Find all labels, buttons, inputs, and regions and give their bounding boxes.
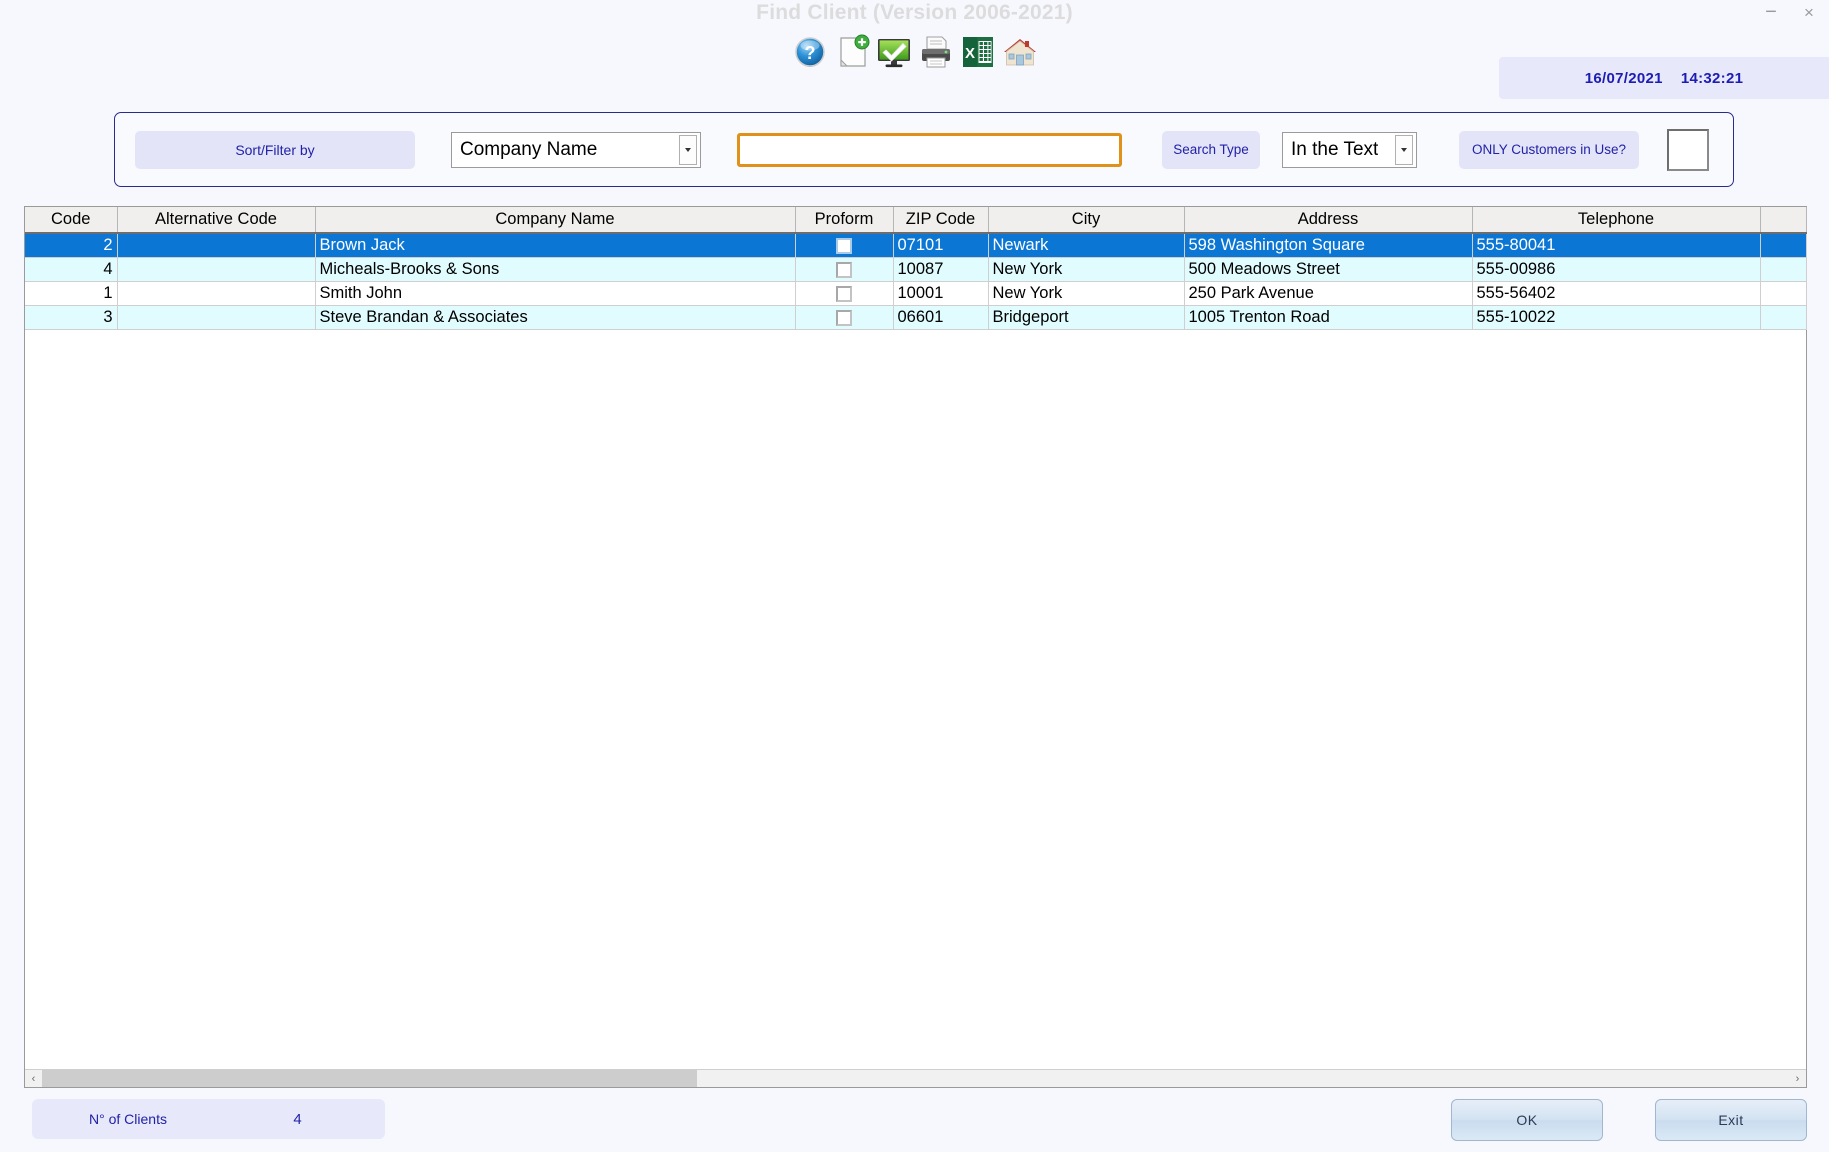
filter-bar-wrapper: Sort/Filter by Company Name Search Type …	[114, 112, 1734, 187]
proform-checkbox[interactable]	[836, 310, 852, 327]
page-title: Find Client (Version 2006-2021)	[756, 1, 1073, 24]
clients-count-value: 4	[210, 1099, 385, 1139]
column-header-alt-code[interactable]: Alternative Code	[117, 207, 316, 234]
cell-code: 2	[25, 233, 118, 258]
cell-city: Bridgeport	[988, 305, 1185, 330]
cell-alt-code	[117, 305, 316, 330]
sort-field-value: Company Name	[460, 138, 598, 160]
cell-company: Micheals-Brooks & Sons	[315, 257, 796, 282]
cell-alt-code	[117, 281, 316, 306]
help-icon[interactable]: ?	[791, 33, 829, 71]
cell-zip: 06601	[893, 305, 989, 330]
cell-company: Steve Brandan & Associates	[315, 305, 796, 330]
only-customers-in-use-label: ONLY Customers in Use?	[1459, 130, 1639, 169]
toolbar: ? X 16/07/2021 14:32:21	[0, 27, 1829, 99]
search-type-label: Search Type	[1162, 130, 1260, 169]
column-header-code[interactable]: Code	[25, 207, 118, 234]
cell-company: Brown Jack	[315, 233, 796, 258]
cell-code: 1	[25, 281, 118, 306]
cell-address: 500 Meadows Street	[1184, 257, 1473, 282]
column-header-company[interactable]: Company Name	[315, 207, 796, 234]
scroll-right-arrow-icon[interactable]: ›	[1789, 1070, 1806, 1087]
cell-alt-code	[117, 257, 316, 282]
scrollbar-thumb[interactable]	[42, 1070, 698, 1087]
cell-proform[interactable]	[795, 233, 894, 258]
minimize-icon[interactable]: −	[1761, 2, 1781, 22]
proform-checkbox[interactable]	[836, 286, 852, 303]
cell-code: 4	[25, 257, 118, 282]
title-bar: Find Client (Version 2006-2021) − ×	[0, 0, 1829, 27]
scrollbar-track[interactable]	[42, 1070, 1789, 1087]
column-header-zip[interactable]: ZIP Code	[893, 207, 989, 234]
cell-telephone: 555-00986	[1472, 257, 1761, 282]
table-row[interactable]: 4 Micheals-Brooks & Sons 10087 New York …	[25, 257, 1807, 282]
column-header-telephone[interactable]: Telephone	[1472, 207, 1761, 234]
column-header-city[interactable]: City	[988, 207, 1185, 234]
filter-bar: Sort/Filter by Company Name Search Type …	[114, 112, 1734, 187]
scroll-left-arrow-icon[interactable]: ‹	[25, 1070, 42, 1087]
cell-extra	[1760, 257, 1807, 282]
column-header-proform[interactable]: Proform	[795, 207, 894, 234]
home-icon[interactable]	[1001, 33, 1039, 71]
cell-zip: 10001	[893, 281, 989, 306]
datetime-panel: 16/07/2021 14:32:21	[1499, 57, 1829, 99]
table-row[interactable]: 2 Brown Jack 07101 Newark 598 Washington…	[25, 233, 1807, 258]
cell-company: Smith John	[315, 281, 796, 306]
current-time: 14:32:21	[1680, 69, 1744, 87]
toolbar-icon-group: ? X	[791, 33, 1039, 71]
chevron-down-icon[interactable]	[1395, 134, 1413, 165]
cell-extra	[1760, 233, 1807, 258]
cell-address: 1005 Trenton Road	[1184, 305, 1473, 330]
sort-field-select[interactable]: Company Name	[451, 131, 701, 168]
chevron-down-icon[interactable]	[679, 134, 697, 165]
sort-filter-label: Sort/Filter by	[135, 130, 415, 169]
proform-checkbox[interactable]	[836, 238, 852, 255]
proform-checkbox[interactable]	[836, 262, 852, 279]
cell-extra	[1760, 281, 1807, 306]
grid-empty-area	[25, 329, 1806, 1069]
cell-proform[interactable]	[795, 305, 894, 330]
cell-proform[interactable]	[795, 257, 894, 282]
cell-telephone: 555-10022	[1472, 305, 1761, 330]
exit-button[interactable]: Exit	[1655, 1099, 1807, 1141]
svg-text:X: X	[964, 45, 974, 62]
excel-export-icon[interactable]: X	[959, 33, 997, 71]
table-row[interactable]: 3 Steve Brandan & Associates 06601 Bridg…	[25, 305, 1807, 330]
close-icon[interactable]: ×	[1799, 2, 1819, 22]
bottom-bar: N° of Clients 4 OK Exit	[0, 1090, 1829, 1152]
cell-alt-code	[117, 233, 316, 258]
cell-address: 598 Washington Square	[1184, 233, 1473, 258]
cell-city: New York	[988, 281, 1185, 306]
clients-table: Code Alternative Code Company Name Profo…	[25, 207, 1807, 330]
cell-zip: 10087	[893, 257, 989, 282]
current-date: 16/07/2021	[1584, 69, 1663, 87]
cell-address: 250 Park Avenue	[1184, 281, 1473, 306]
cell-city: New York	[988, 257, 1185, 282]
table-header-row: Code Alternative Code Company Name Profo…	[25, 207, 1807, 234]
new-document-icon[interactable]	[833, 33, 871, 71]
cell-code: 3	[25, 305, 118, 330]
search-type-value: In the Text	[1291, 138, 1379, 160]
horizontal-scrollbar[interactable]: ‹ ›	[25, 1069, 1806, 1087]
column-header-extra[interactable]	[1760, 207, 1807, 234]
search-input[interactable]	[737, 132, 1122, 167]
cell-proform[interactable]	[795, 281, 894, 306]
ok-button[interactable]: OK	[1451, 1099, 1603, 1141]
cell-city: Newark	[988, 233, 1185, 258]
monitor-check-icon[interactable]	[875, 33, 913, 71]
cell-extra	[1760, 305, 1807, 330]
table-row[interactable]: 1 Smith John 10001 New York 250 Park Ave…	[25, 281, 1807, 306]
column-header-address[interactable]: Address	[1184, 207, 1473, 234]
cell-zip: 07101	[893, 233, 989, 258]
only-customers-in-use-checkbox[interactable]	[1667, 128, 1709, 171]
svg-text:?: ?	[804, 43, 815, 63]
table-body: 2 Brown Jack 07101 Newark 598 Washington…	[25, 233, 1807, 330]
clients-count-label: N° of Clients	[32, 1099, 224, 1139]
print-icon[interactable]	[917, 33, 955, 71]
window-controls: − ×	[1761, 2, 1819, 22]
search-type-select[interactable]: In the Text	[1282, 131, 1417, 168]
cell-telephone: 555-56402	[1472, 281, 1761, 306]
cell-telephone: 555-80041	[1472, 233, 1761, 258]
clients-grid: Code Alternative Code Company Name Profo…	[24, 206, 1807, 1088]
